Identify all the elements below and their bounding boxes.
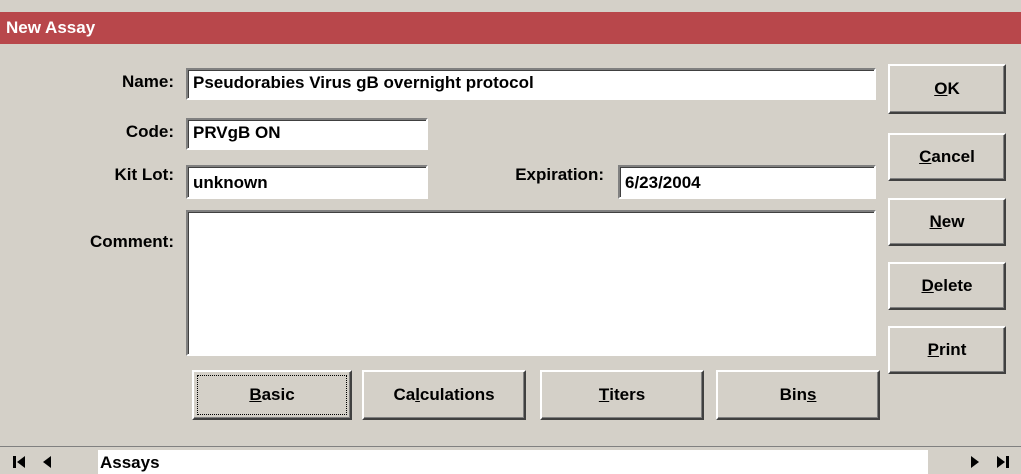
name-field[interactable]: Pseudorabies Virus gB overnight protocol (186, 68, 876, 100)
code-field[interactable]: PRVgB ON (186, 118, 428, 150)
titers-label-suffix: iters (609, 385, 646, 404)
basic-label-suffix: asic (261, 385, 295, 404)
cancel-mnemonic: C (919, 147, 932, 166)
cancel-label-suffix: ancel (931, 147, 975, 166)
record-source-label: Assays (98, 450, 928, 474)
comment-field[interactable] (186, 210, 876, 356)
ok-mnemonic: O (934, 79, 948, 98)
new-label-suffix: ew (941, 212, 965, 231)
expiration-field[interactable]: 6/23/2004 (618, 165, 876, 199)
calculations-tab-button[interactable]: Ca l culations (362, 370, 526, 420)
window-title: New Assay (6, 18, 96, 37)
bins-tab-button[interactable]: Bin s (716, 370, 880, 420)
titers-tab-button[interactable]: Titers (540, 370, 704, 420)
bins-label-prefix: Bin (779, 385, 807, 404)
calculations-label-prefix: Ca (393, 385, 416, 404)
print-label-suffix: rint (938, 340, 967, 359)
delete-button[interactable]: Delete (888, 262, 1006, 310)
delete-label-suffix: elete (933, 276, 973, 295)
expiration-label: Expiration: (515, 165, 604, 184)
calculations-label-suffix: culations (419, 385, 495, 404)
kit-lot-field[interactable]: unknown (186, 165, 428, 199)
bins-mnemonic: s (806, 385, 817, 404)
basic-tab-button[interactable]: Basic (192, 370, 352, 420)
cancel-button[interactable]: Cancel (888, 133, 1006, 181)
first-record-icon[interactable] (10, 452, 28, 472)
new-button[interactable]: New (888, 198, 1006, 246)
new-mnemonic: N (929, 212, 942, 231)
titers-mnemonic: T (598, 385, 610, 404)
new-assay-window: New Assay Name: Pseudorabies Virus gB ov… (0, 0, 1021, 474)
last-record-icon[interactable] (994, 452, 1012, 472)
kit-lot-label: Kit Lot: (114, 165, 174, 184)
ok-button[interactable]: OK (888, 64, 1006, 114)
print-mnemonic: P (927, 340, 939, 359)
ok-label-suffix: K (947, 79, 960, 98)
delete-mnemonic: D (921, 276, 934, 295)
previous-record-icon[interactable] (38, 452, 56, 472)
comment-label: Comment: (89, 232, 174, 251)
title-bar: New Assay (0, 12, 1021, 44)
basic-mnemonic: B (249, 385, 262, 404)
print-button[interactable]: Print (888, 326, 1006, 374)
code-label: Code: (125, 122, 174, 141)
next-record-icon[interactable] (966, 452, 984, 472)
name-label: Name: (122, 72, 174, 91)
